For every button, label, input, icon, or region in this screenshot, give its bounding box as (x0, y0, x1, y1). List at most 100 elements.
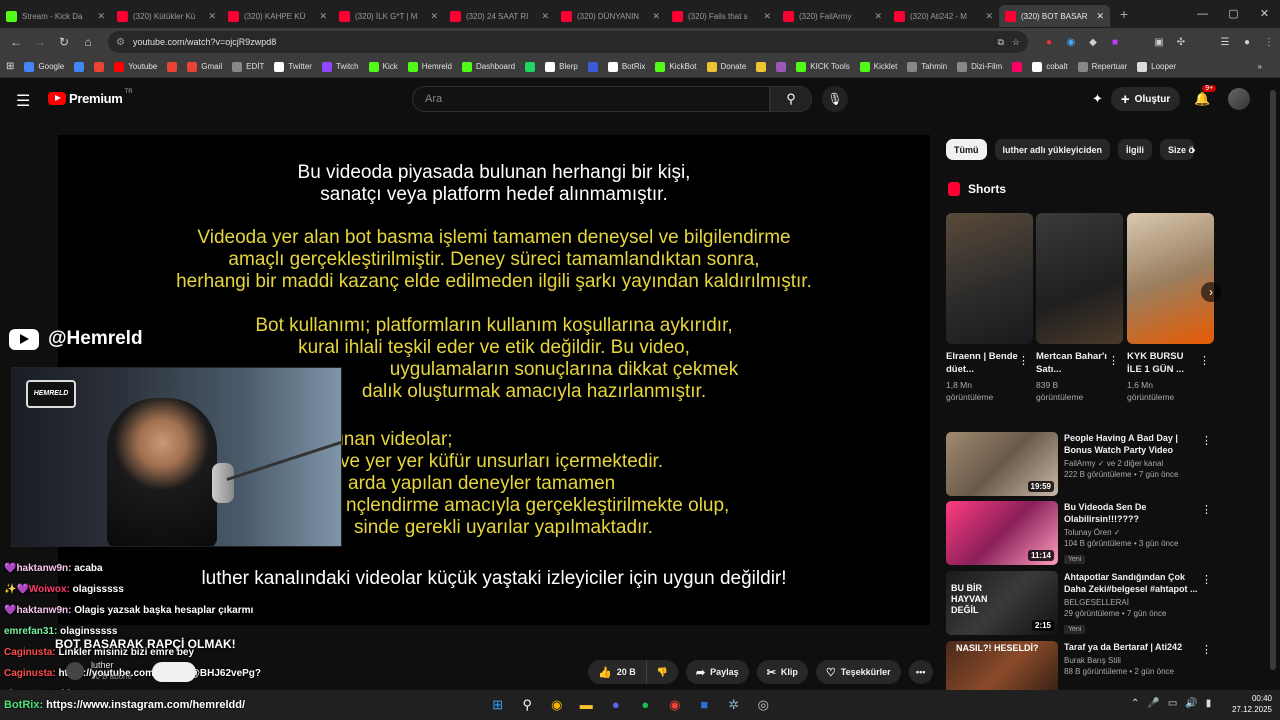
bookmark-item[interactable]: Dizi-Film (957, 61, 1002, 72)
bookmark-item[interactable]: Repertuar (1077, 61, 1127, 72)
browser-tab[interactable]: (320) Ati242 - M ✕ (888, 5, 999, 27)
profile-avatar-icon[interactable]: ● (1236, 37, 1258, 48)
install-icon[interactable]: ⧉ (997, 37, 1003, 48)
bookmark-item[interactable]: Gmail (187, 61, 222, 72)
bookmark-item[interactable] (525, 61, 539, 72)
forward-button[interactable]: → (28, 35, 52, 49)
bookmark-item[interactable]: Dashboard (461, 61, 515, 72)
short-thumbnail[interactable] (1036, 213, 1123, 344)
browser-tab[interactable]: (320) FailArmy ✕ (777, 5, 888, 27)
voice-search-button[interactable]: 🎙 (822, 86, 848, 112)
chrome-icon[interactable]: ◉ (542, 695, 572, 715)
app-icon[interactable]: ■ (690, 695, 720, 715)
bookmark-item[interactable]: Kick (368, 61, 398, 72)
bookmark-item[interactable] (1012, 61, 1026, 72)
browser-tab[interactable]: (320) Fails that s ✕ (666, 5, 777, 27)
bookmark-item[interactable] (587, 61, 602, 72)
bookmark-item[interactable]: KickBot (655, 61, 697, 72)
recommended-video[interactable]: 19:59 People Having A Bad Day | Bonus Wat… (946, 432, 1216, 496)
account-avatar[interactable] (1228, 88, 1251, 110)
tab-close-icon[interactable]: ✕ (208, 11, 216, 22)
home-button[interactable]: ⌂ (76, 35, 100, 49)
video-title[interactable]: Ahtapotlar Sandığından Çok Daha Zeki#bel… (1064, 571, 1204, 595)
recommended-video[interactable]: 11:14 Bu Videoda Sen De Olabilirsin!!!???… (946, 501, 1216, 565)
bookmarks-overflow-icon[interactable]: » (1258, 62, 1262, 71)
app-icon[interactable]: ✲ (719, 695, 749, 715)
extension-icon[interactable] (1192, 37, 1214, 48)
extension-icon[interactable] (1126, 37, 1148, 48)
bookmark-item[interactable]: BotRix (607, 61, 645, 72)
extension-icon[interactable]: ◆ (1082, 37, 1104, 48)
search-input[interactable]: Ara (412, 86, 770, 112)
bookmark-item[interactable]: EDİT (232, 61, 264, 72)
video-channel[interactable]: BELGESELLERAİ (1064, 598, 1204, 607)
apps-grid-icon[interactable]: ⊞ (6, 61, 14, 72)
extension-icon[interactable]: ▣ (1148, 37, 1170, 48)
bookmark-item[interactable]: KICK Tools (796, 61, 850, 72)
tab-close-icon[interactable]: ✕ (319, 11, 327, 22)
network-icon[interactable]: ▭ (1168, 698, 1177, 709)
windows-start-icon[interactable]: ⊞ (483, 695, 513, 715)
video-thumbnail[interactable]: BU BİR HAYVAN DEĞİL 2:15 (946, 571, 1058, 635)
video-thumbnail[interactable]: 11:14 (946, 501, 1058, 565)
extensions-puzzle-icon[interactable]: ✣ (1170, 37, 1192, 48)
youtube-premium-logo[interactable]: Premium TR (48, 89, 133, 106)
video-title[interactable]: Bu Videoda Sen De Olabilirsin!!!???? (1064, 501, 1204, 525)
short-thumbnail[interactable] (946, 213, 1033, 344)
create-button[interactable]: + Oluştur (1110, 87, 1181, 111)
short-title[interactable]: Mertcan Bahar'ı Satı... (1036, 350, 1108, 376)
more-options-icon[interactable]: ⋮ (1201, 573, 1212, 586)
notifications-bell-icon[interactable]: 🔔 9+ (1194, 85, 1217, 107)
browser-tab[interactable]: (320) KAHPE KÜ ✕ (222, 5, 333, 27)
browser-tab[interactable]: (320) BOT BASAR ✕ (999, 5, 1110, 27)
bookmark-item[interactable]: Twitter (274, 61, 312, 72)
tab-close-icon[interactable]: ✕ (763, 11, 771, 22)
close-window-button[interactable]: ✕ (1249, 0, 1280, 28)
more-options-icon[interactable]: ⋮ (1108, 354, 1119, 367)
share-button[interactable]: ➦ Paylaş (685, 660, 749, 684)
extension-icon[interactable]: ● (1038, 37, 1060, 48)
browser-tab[interactable]: (320) 24 SAAT RI ✕ (444, 5, 555, 27)
more-options-icon[interactable]: ⋮ (1201, 503, 1212, 516)
video-title[interactable]: People Having A Bad Day | Bonus Watch Pa… (1064, 432, 1204, 456)
discord-icon[interactable]: ● (601, 695, 631, 715)
tab-close-icon[interactable]: ✕ (541, 11, 549, 22)
bookmark-item[interactable]: Looper (1137, 61, 1176, 72)
short-card[interactable]: KYK BURSU İLE 1 GÜN ... 1,6 Mn görüntüleme… (1127, 213, 1214, 403)
microphone-tray-icon[interactable]: 🎤 (1147, 698, 1159, 709)
minimize-button[interactable]: — (1187, 0, 1218, 28)
short-title[interactable]: KYK BURSU İLE 1 GÜN ... (1127, 350, 1199, 376)
dislike-button[interactable]: 👎 (645, 660, 678, 684)
tab-close-icon[interactable]: ✕ (652, 11, 660, 22)
chip-all[interactable]: Tümü (946, 139, 987, 160)
battery-icon[interactable]: ▮ (1206, 698, 1212, 709)
chip-for-you[interactable]: Size ö (1160, 139, 1195, 160)
video-channel[interactable]: Tolunay Ören ✓ (1064, 528, 1204, 537)
like-button[interactable]: 👍 20 B (588, 660, 646, 684)
clip-button[interactable]: ✂ Klip (756, 660, 808, 684)
bookmark-item[interactable]: Hemreld (407, 61, 452, 72)
recommended-video[interactable]: BU BİR HAYVAN DEĞİL 2:15 Ahtapotlar Sandığ… (946, 571, 1216, 635)
browser-tab[interactable]: (320) İLK G*T | M ✕ (333, 5, 444, 27)
page-scrollbar[interactable] (1270, 90, 1276, 670)
bookmark-item[interactable]: Tahmin (907, 61, 947, 72)
subscribe-button[interactable] (152, 662, 196, 682)
tab-close-icon[interactable]: ✕ (874, 11, 882, 22)
volume-icon[interactable]: 🔊 (1185, 698, 1197, 709)
more-options-icon[interactable]: ⋮ (1199, 354, 1210, 367)
spotify-icon[interactable]: ● (631, 695, 661, 715)
bookmark-item[interactable]: cobalt (1032, 61, 1068, 72)
short-card[interactable]: Elraenn | Bende düet... 1,8 Mn görüntüleme… (946, 213, 1033, 403)
more-options-icon[interactable]: ⋮ (1018, 354, 1029, 367)
browser-menu-icon[interactable]: ⋮ (1258, 37, 1280, 48)
tab-close-icon[interactable]: ✕ (985, 11, 993, 22)
cast-icon[interactable]: ✦ (1092, 91, 1103, 107)
bookmark-item[interactable]: Kicklet (859, 61, 897, 72)
chrome-icon[interactable]: ◉ (660, 695, 690, 715)
shorts-next-icon[interactable]: › (1201, 282, 1221, 302)
bookmark-item[interactable]: Blerp (545, 61, 578, 72)
back-button[interactable]: ← (4, 35, 28, 49)
reading-list-icon[interactable]: ☰ (1214, 37, 1236, 48)
short-thumbnail[interactable] (1127, 213, 1214, 344)
thanks-button[interactable]: ♡ Teşekkürler (815, 660, 901, 684)
